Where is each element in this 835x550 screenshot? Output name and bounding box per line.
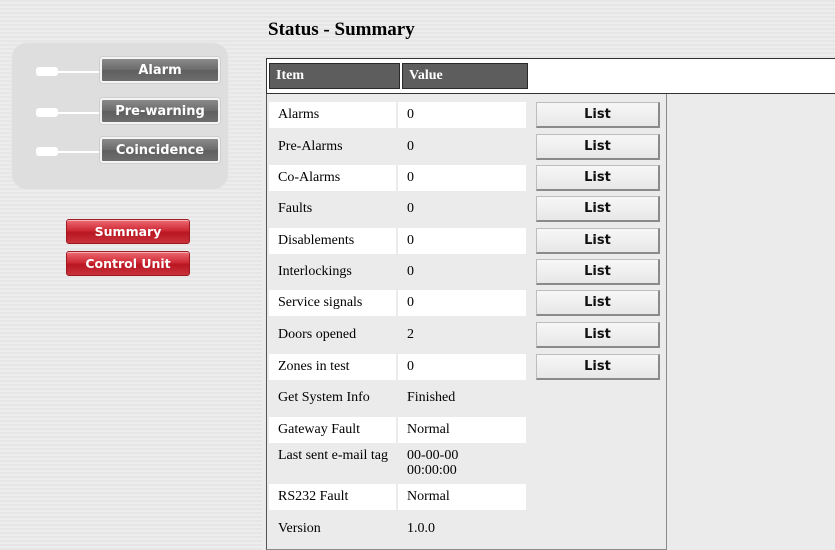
coincidence-lamp-icon	[36, 147, 58, 156]
nav-summary-button[interactable]: Summary	[66, 219, 190, 244]
pre-warning-lamp-icon	[36, 108, 58, 117]
list-button[interactable]: List	[536, 259, 660, 285]
table-cell-item: Gateway Fault	[269, 417, 396, 443]
table-cell-value: Finished	[407, 390, 456, 405]
table-cell-item: Pre-Alarms	[278, 139, 343, 154]
table-cell-value: 0	[407, 201, 414, 216]
table-cell-item: Disablements	[269, 228, 396, 254]
table-cell-item: Zones in test	[269, 354, 396, 380]
pre-warning-button[interactable]: Pre-warning	[100, 98, 220, 124]
table-cell-value: 00-00-00 00:00:00	[407, 448, 459, 478]
table-cell-item: Get System Info	[278, 390, 370, 405]
list-button[interactable]: List	[536, 354, 660, 380]
indicator-panel: Alarm Pre-warning Coincidence	[11, 42, 229, 190]
indicator-coincidence: Coincidence	[33, 137, 223, 163]
table-cell-item: Version	[278, 521, 321, 536]
left-panel: Alarm Pre-warning Coincidence Summary Co…	[0, 0, 262, 550]
list-button[interactable]: List	[536, 102, 660, 128]
nav-control-unit-button[interactable]: Control Unit	[66, 251, 190, 276]
table-cell-value: 0	[398, 290, 526, 316]
coincidence-button[interactable]: Coincidence	[100, 137, 220, 163]
alarm-button[interactable]: Alarm	[100, 57, 220, 83]
list-button[interactable]: List	[536, 290, 660, 316]
table-cell-value: 0	[398, 228, 526, 254]
table-cell-value: 0	[407, 264, 414, 279]
list-button[interactable]: List	[536, 196, 660, 222]
list-button[interactable]: List	[536, 322, 660, 348]
table-cell-value: 0	[398, 102, 526, 128]
content-background	[667, 94, 835, 550]
table-cell-item: Last sent e-mail tag	[278, 448, 389, 463]
table-cell-item: RS232 Fault	[269, 484, 396, 510]
indicator-alarm: Alarm	[33, 57, 223, 83]
column-header-value: Value	[402, 63, 528, 89]
table-cell-value: 0	[407, 139, 414, 154]
table-cell-item: Service signals	[269, 290, 396, 316]
table-cell-item: Faults	[278, 201, 313, 216]
table-cell-item: Interlockings	[278, 264, 352, 279]
page-title: Status - Summary	[268, 19, 415, 40]
alarm-lamp-icon	[36, 67, 58, 76]
table-cell-value: Normal	[398, 484, 526, 510]
column-header-item: Item	[269, 63, 400, 89]
table-cell-value: 0	[398, 354, 526, 380]
table-cell-value: 1.0.0	[407, 521, 435, 536]
list-button[interactable]: List	[536, 228, 660, 254]
table-cell-item: Alarms	[269, 102, 396, 128]
table-cell-value: Normal	[398, 417, 526, 443]
table-cell-value: 0	[398, 165, 526, 191]
status-table: Alarms 0 List Pre-Alarms 0 List Co-Alarms 0 List…	[266, 94, 667, 550]
table-header: Item Value	[266, 58, 835, 94]
table-cell-value: 2	[407, 327, 414, 342]
list-button[interactable]: List	[536, 134, 660, 160]
table-cell-item: Co-Alarms	[269, 165, 396, 191]
indicator-pre-warning: Pre-warning	[33, 98, 223, 124]
list-button[interactable]: List	[536, 165, 660, 191]
table-cell-item: Doors opened	[278, 327, 357, 342]
